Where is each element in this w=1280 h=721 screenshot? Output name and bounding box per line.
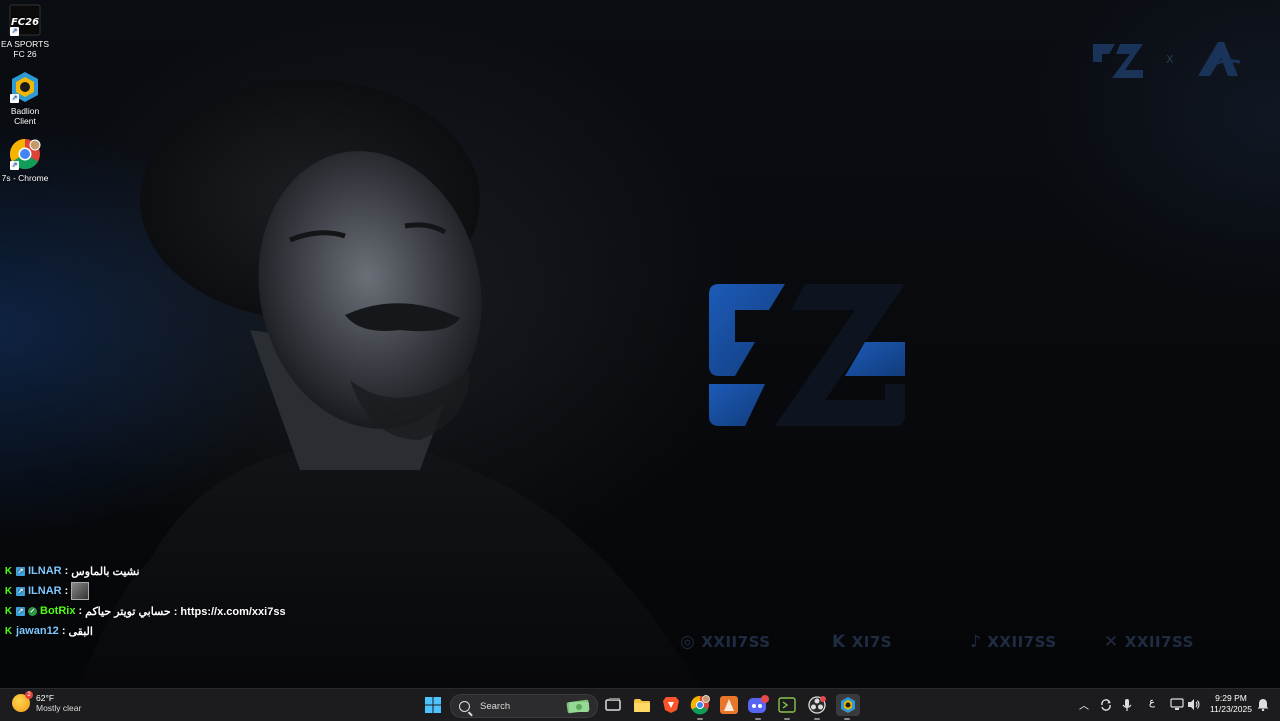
volume-icon[interactable] (1187, 698, 1201, 711)
instagram-icon: ◎ (680, 632, 696, 652)
chat-username: jawan12 (16, 625, 59, 637)
taskbar-terminal[interactable] (776, 694, 798, 720)
brand-logo-icon (1093, 44, 1143, 78)
shortcut-arrow-icon: ↗ (10, 27, 19, 36)
wallpaper-corner-logos: X (1090, 38, 1244, 80)
discord-icon (748, 695, 769, 713)
clock-date: 11/23/2025 (1210, 704, 1252, 714)
taskbar-obs[interactable] (806, 694, 828, 720)
system-clock[interactable]: 9:29 PM 11/23/2025 (1208, 693, 1254, 715)
clock-time: 9:29 PM (1215, 693, 1247, 703)
vlc-cone-icon (720, 696, 738, 714)
corner-x-separator: X (1166, 52, 1174, 66)
kick-badge-icon: K (4, 585, 13, 597)
social-tiktok: ♪ XXII7SS (970, 632, 1057, 652)
social-instagram: ◎ XXII7SS (680, 632, 771, 652)
chat-username: ILNAR (28, 585, 62, 597)
shortcut-arrow-icon: ↗ (10, 161, 19, 170)
sync-icon[interactable] (1099, 698, 1113, 712)
weather-sun-icon: 2 (12, 691, 33, 712)
subscriber-badge-icon: ↗ (16, 586, 25, 596)
windows-logo-icon (425, 697, 441, 713)
start-button[interactable] (422, 694, 444, 716)
search-label: Search (480, 700, 511, 712)
subscriber-badge-icon: ↗ (16, 566, 25, 576)
taskbar-chrome[interactable] (689, 694, 711, 720)
weather-badge: 2 (25, 691, 33, 699)
network-monitor-icon[interactable] (1170, 698, 1184, 711)
kick-badge-icon: K (4, 625, 13, 637)
kick-icon: K (832, 632, 846, 652)
desktop-icon-chrome[interactable]: ↗ 7s - Chrome (0, 138, 50, 183)
task-view-icon (605, 698, 621, 711)
brave-icon (663, 697, 679, 713)
weather-widget[interactable]: 2 62°F Mostly clear (12, 691, 82, 713)
wallpaper-socials: ◎ XXII7SS K XI7S ♪ XXII7SS ✕ XXII7SS (680, 632, 1200, 658)
chat-text: حسابي تويتر حياكم : https://x.com/xxi7ss (85, 605, 286, 618)
chat-username: BotRix (40, 605, 76, 617)
bot-verified-icon: ✓ (28, 606, 37, 616)
show-hidden-icons-chevron-up-icon[interactable]: ︿ (1079, 697, 1089, 712)
folder-icon (634, 698, 650, 712)
fc26-icon: FC26 ↗ (9, 4, 41, 36)
wallpaper-center-logo (709, 284, 905, 426)
notification-bell-icon[interactable] (1257, 698, 1269, 711)
chat-message: K ↗ ILNAR : نشيت بالماوس (4, 565, 140, 578)
search-icon (459, 700, 470, 712)
terminal-icon (778, 697, 796, 713)
microphone-icon[interactable] (1122, 698, 1132, 712)
chat-username: ILNAR (28, 565, 62, 577)
input-language-indicator[interactable]: ع (1149, 697, 1155, 708)
chat-text: البقى (68, 625, 93, 638)
chat-emote-icon (71, 582, 90, 600)
chat-message: K ↗ ILNAR : (4, 581, 286, 601)
chrome-icon: ↗ (9, 138, 41, 170)
desktop-icon-fc26[interactable]: FC26 ↗ EA SPORTS FC 26 (0, 4, 50, 59)
taskbar-discord[interactable] (747, 694, 769, 720)
subscriber-badge-icon: ↗ (16, 606, 25, 616)
stream-chat-overlay: K ↗ ILNAR : نشيت بالماوس K ↗ ILNAR : K ↗… (4, 561, 286, 641)
chat-text: نشيت بالماوس (71, 565, 140, 578)
search-highlight-money-icon (566, 699, 590, 714)
taskbar-vlc[interactable] (718, 694, 740, 716)
badlion-icon: ↗ (9, 71, 41, 103)
taskbar-badlion[interactable] (836, 694, 860, 720)
weather-temp: 62°F (36, 693, 55, 703)
taskbar: 2 62°F Mostly clear Search ︿ ع 9:29 PM 1… (0, 688, 1280, 721)
tiktok-icon: ♪ (970, 632, 982, 652)
weather-condition: Mostly clear (36, 703, 82, 713)
desktop-icon-badlion[interactable]: ↗ Badlion Client (0, 71, 50, 126)
x-icon: ✕ (1104, 632, 1119, 652)
chrome-icon (690, 695, 710, 715)
shortcut-arrow-icon: ↗ (10, 94, 19, 103)
taskbar-brave[interactable] (660, 694, 682, 716)
taskbar-search[interactable]: Search (450, 694, 598, 718)
social-x: ✕ XXII7SS (1104, 632, 1194, 652)
kick-badge-icon: K (4, 605, 13, 617)
chat-message: K jawan12 : البقى (4, 625, 93, 638)
obs-icon (808, 696, 826, 714)
social-kick: K XI7S (832, 632, 893, 652)
chat-message: K ↗ ✓ BotRix : حسابي تويتر حياكم : https… (4, 605, 286, 618)
task-view-button[interactable] (602, 694, 624, 716)
badlion-icon (841, 697, 855, 713)
kick-badge-icon: K (4, 565, 13, 577)
partner-logo-icon (1197, 42, 1240, 76)
taskbar-file-explorer[interactable] (631, 694, 653, 716)
